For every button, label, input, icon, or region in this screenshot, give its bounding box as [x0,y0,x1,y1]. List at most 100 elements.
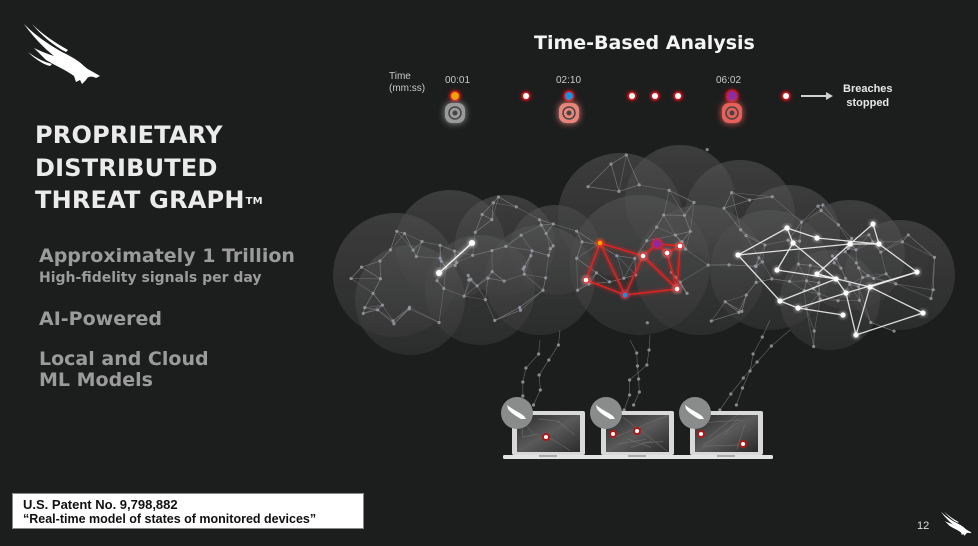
mesh-node [892,329,896,333]
connection-edge [633,391,640,406]
benign-node [774,267,780,273]
mesh-node [580,240,584,244]
threat-graph-illustration [333,89,955,459]
mesh-node [548,247,552,251]
connection-edge [756,345,772,363]
mesh-node [857,298,862,302]
mesh-node [830,254,835,258]
mesh-node [502,279,506,283]
mesh-node [688,229,692,234]
mesh-node [854,261,858,265]
mesh-node [866,274,870,278]
benign-node [853,332,859,338]
connection-edge [629,339,638,354]
benign-node [847,241,853,247]
mesh-node [843,250,847,254]
mesh-node [518,305,522,310]
mesh-node [754,280,758,284]
mesh-node [812,329,816,333]
mesh-node [808,263,812,267]
mesh-node [575,256,579,260]
benign-node [436,270,442,276]
mesh-node [392,322,396,326]
mesh-node [462,294,466,298]
mesh-node [624,153,628,157]
mesh-node [817,292,821,296]
mesh-node [521,267,525,271]
mesh-node [744,293,748,297]
mesh-node [682,213,687,217]
mesh-node [662,213,666,217]
mesh-node [770,195,774,199]
mesh-node [438,256,442,260]
connection-edge [623,394,630,411]
connection-edge [538,359,550,376]
mesh-node [798,239,802,243]
connection-node [760,335,764,339]
mesh-node [467,278,471,282]
mesh-node [496,195,501,199]
mesh-node [407,305,412,309]
mesh-node [804,279,809,283]
mesh-node [739,228,743,232]
mesh-node [586,185,590,189]
connection-edge [743,361,758,379]
benign-node [735,252,741,258]
mesh-node [541,288,545,292]
benign-node [814,235,820,241]
mesh-node [439,259,443,263]
mesh-node [453,263,457,268]
connection-edge [533,389,541,406]
mesh-node [551,244,555,248]
mesh-node [518,308,523,312]
mesh-node [514,205,518,209]
mesh-node [747,198,752,202]
connection-node [740,386,745,390]
mesh-node [403,231,407,236]
timeline-event-dot [629,93,635,99]
timeline-event-dot [451,92,459,100]
mesh-node [673,233,678,237]
mesh-node [435,279,439,283]
mesh-node [839,266,843,270]
mesh-node [848,282,852,287]
mesh-node [836,299,840,303]
mesh-node [388,248,393,252]
mesh-node [709,319,713,323]
laptop-notch [628,455,646,457]
connection-edge [525,353,539,369]
mesh-node [854,248,858,252]
mesh-node [872,276,876,280]
mesh-node [850,236,854,240]
alert-dot [635,429,639,433]
mesh-node [371,291,375,296]
alert-dot [544,435,548,439]
mesh-node [729,191,734,195]
mesh-node [438,243,442,247]
timeline-events [445,89,791,123]
attack-node [621,291,629,299]
mesh-node [836,223,840,227]
timeline-event-dot [523,93,529,99]
mesh-node [471,253,475,257]
mesh-node [655,225,659,229]
mesh-node [574,229,579,233]
benign-node [843,290,849,296]
mesh-node [349,276,353,281]
benign-node [840,312,846,318]
benign-node [920,310,926,316]
connection-edge [548,344,559,361]
mesh-node [437,320,441,325]
connection-edge [648,334,651,351]
mesh-node [645,321,649,325]
detection-glyph-icon [566,110,572,116]
mesh-node [727,263,731,267]
attack-node [673,285,681,293]
mesh-node [894,282,898,286]
laptop-notch [717,455,735,457]
laptop-notch [539,455,557,457]
detection-glyph-icon [452,110,458,116]
mesh-node [546,253,551,257]
mesh-node [861,275,865,280]
mesh-node [678,280,682,284]
